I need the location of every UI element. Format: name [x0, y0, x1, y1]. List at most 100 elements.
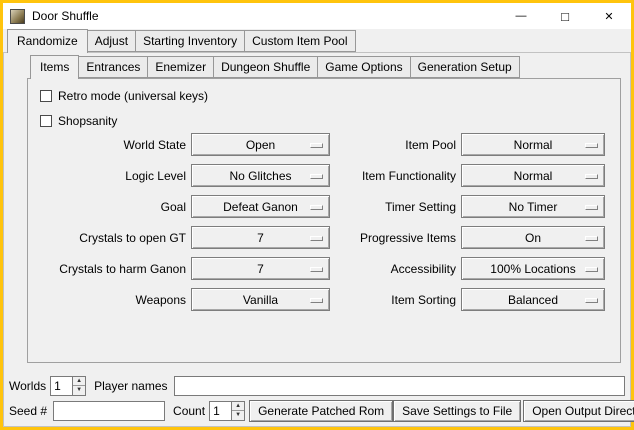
- logic-level-dropdown[interactable]: No Glitches: [191, 164, 330, 187]
- dropdown-indicator-icon: [585, 267, 598, 272]
- weapons-label: Weapons: [28, 293, 186, 307]
- window-title: Door Shuffle: [32, 9, 99, 23]
- logic-level-label: Logic Level: [28, 169, 186, 183]
- crystals-gt-label: Crystals to open GT: [28, 231, 186, 245]
- inner-tab-bar: Items Entrances Enemizer Dungeon Shuffle…: [30, 56, 519, 78]
- spin-up-icon[interactable]: ▲: [232, 402, 244, 412]
- open-output-directory-button[interactable]: Open Output Directory: [523, 400, 634, 422]
- count-input[interactable]: [209, 401, 231, 421]
- timer-setting-value: No Timer: [509, 200, 558, 214]
- tab-randomize[interactable]: Randomize: [7, 29, 88, 53]
- weapons-dropdown[interactable]: Vanilla: [191, 288, 330, 311]
- tab-game-options[interactable]: Game Options: [317, 56, 410, 78]
- dropdown-indicator-icon: [310, 205, 323, 210]
- window-frame: Door Shuffle — □ ✕ Randomize Adjust Star…: [3, 3, 631, 427]
- seed-input[interactable]: [53, 401, 165, 421]
- item-functionality-dropdown[interactable]: Normal: [461, 164, 605, 187]
- title-bar: Door Shuffle — □ ✕: [3, 3, 631, 29]
- player-names-label: Player names: [94, 379, 167, 393]
- shopsanity-checkbox-row[interactable]: Shopsanity: [40, 112, 117, 130]
- crystals-ganon-value: 7: [257, 262, 264, 276]
- count-label: Count: [173, 404, 205, 418]
- weapons-value: Vanilla: [243, 293, 278, 307]
- tab-custom-item-pool[interactable]: Custom Item Pool: [244, 30, 355, 52]
- accessibility-label: Accessibility: [330, 262, 456, 276]
- option-row: Weapons Vanilla Item Sorting Balanced: [28, 284, 620, 315]
- dropdown-indicator-icon: [310, 174, 323, 179]
- item-functionality-label: Item Functionality: [330, 169, 456, 183]
- tab-dungeon-shuffle[interactable]: Dungeon Shuffle: [213, 56, 318, 78]
- progressive-items-value: On: [525, 231, 541, 245]
- generate-patched-rom-button[interactable]: Generate Patched Rom: [249, 400, 393, 422]
- timer-setting-label: Timer Setting: [330, 200, 456, 214]
- close-icon: ✕: [604, 10, 613, 23]
- dropdown-indicator-icon: [585, 143, 598, 148]
- item-sorting-label: Item Sorting: [330, 293, 456, 307]
- retro-mode-label: Retro mode (universal keys): [58, 89, 208, 103]
- dropdown-indicator-icon: [585, 298, 598, 303]
- minimize-button[interactable]: —: [499, 3, 543, 29]
- items-tab-pane: Retro mode (universal keys) Shopsanity W…: [27, 78, 621, 363]
- worlds-spinner: ▲ ▼: [50, 376, 86, 396]
- tab-entrances[interactable]: Entrances: [78, 56, 148, 78]
- crystals-ganon-dropdown[interactable]: 7: [191, 257, 330, 280]
- shopsanity-label: Shopsanity: [58, 114, 117, 128]
- tab-enemizer[interactable]: Enemizer: [147, 56, 214, 78]
- item-pool-dropdown[interactable]: Normal: [461, 133, 605, 156]
- world-state-value: Open: [246, 138, 275, 152]
- option-rows: World State Open Item Pool Normal Logic …: [28, 129, 620, 315]
- option-row: Logic Level No Glitches Item Functionali…: [28, 160, 620, 191]
- tab-items[interactable]: Items: [30, 55, 79, 79]
- worlds-spin-arrows: ▲ ▼: [72, 376, 86, 396]
- close-button[interactable]: ✕: [587, 3, 631, 29]
- item-sorting-value: Balanced: [508, 293, 558, 307]
- player-names-input[interactable]: [174, 376, 626, 396]
- tab-adjust[interactable]: Adjust: [87, 30, 136, 52]
- minimize-icon: —: [516, 10, 527, 22]
- crystals-ganon-label: Crystals to harm Ganon: [28, 262, 186, 276]
- save-settings-button[interactable]: Save Settings to File: [393, 400, 521, 422]
- option-row: Crystals to harm Ganon 7 Accessibility 1…: [28, 253, 620, 284]
- progressive-items-dropdown[interactable]: On: [461, 226, 605, 249]
- world-state-label: World State: [28, 138, 186, 152]
- world-state-dropdown[interactable]: Open: [191, 133, 330, 156]
- retro-mode-checkbox-row[interactable]: Retro mode (universal keys): [40, 87, 208, 105]
- worlds-row: Worlds ▲ ▼ Player names: [9, 374, 625, 397]
- accessibility-dropdown[interactable]: 100% Locations: [461, 257, 605, 280]
- spin-down-icon[interactable]: ▼: [232, 411, 244, 420]
- option-row: Goal Defeat Ganon Timer Setting No Timer: [28, 191, 620, 222]
- timer-setting-dropdown[interactable]: No Timer: [461, 195, 605, 218]
- retro-mode-checkbox[interactable]: [40, 90, 52, 102]
- dropdown-indicator-icon: [310, 143, 323, 148]
- tab-generation-setup[interactable]: Generation Setup: [410, 56, 520, 78]
- count-spin-arrows: ▲ ▼: [231, 401, 245, 421]
- seed-row: Seed # Count ▲ ▼ Generate Patched Rom Sa…: [9, 399, 625, 422]
- app-icon: [10, 9, 25, 24]
- crystals-gt-value: 7: [257, 231, 264, 245]
- maximize-icon: □: [561, 9, 569, 24]
- worlds-input[interactable]: [50, 376, 72, 396]
- item-pool-value: Normal: [514, 138, 553, 152]
- dropdown-indicator-icon: [585, 174, 598, 179]
- dropdown-indicator-icon: [310, 267, 323, 272]
- progressive-items-label: Progressive Items: [330, 231, 456, 245]
- worlds-label: Worlds: [9, 379, 46, 393]
- option-row: Crystals to open GT 7 Progressive Items …: [28, 222, 620, 253]
- dropdown-indicator-icon: [310, 236, 323, 241]
- count-spinner: ▲ ▼: [209, 401, 245, 421]
- spin-down-icon[interactable]: ▼: [73, 386, 85, 395]
- crystals-gt-dropdown[interactable]: 7: [191, 226, 330, 249]
- dropdown-indicator-icon: [310, 298, 323, 303]
- maximize-button[interactable]: □: [543, 3, 587, 29]
- outer-tab-bar: Randomize Adjust Starting Inventory Cust…: [7, 30, 355, 52]
- spin-up-icon[interactable]: ▲: [73, 377, 85, 387]
- window: Door Shuffle — □ ✕ Randomize Adjust Star…: [0, 0, 634, 430]
- dropdown-indicator-icon: [585, 205, 598, 210]
- option-row: World State Open Item Pool Normal: [28, 129, 620, 160]
- seed-label: Seed #: [9, 404, 47, 418]
- tab-starting-inventory[interactable]: Starting Inventory: [135, 30, 245, 52]
- logic-level-value: No Glitches: [229, 169, 291, 183]
- item-sorting-dropdown[interactable]: Balanced: [461, 288, 605, 311]
- goal-dropdown[interactable]: Defeat Ganon: [191, 195, 330, 218]
- shopsanity-checkbox[interactable]: [40, 115, 52, 127]
